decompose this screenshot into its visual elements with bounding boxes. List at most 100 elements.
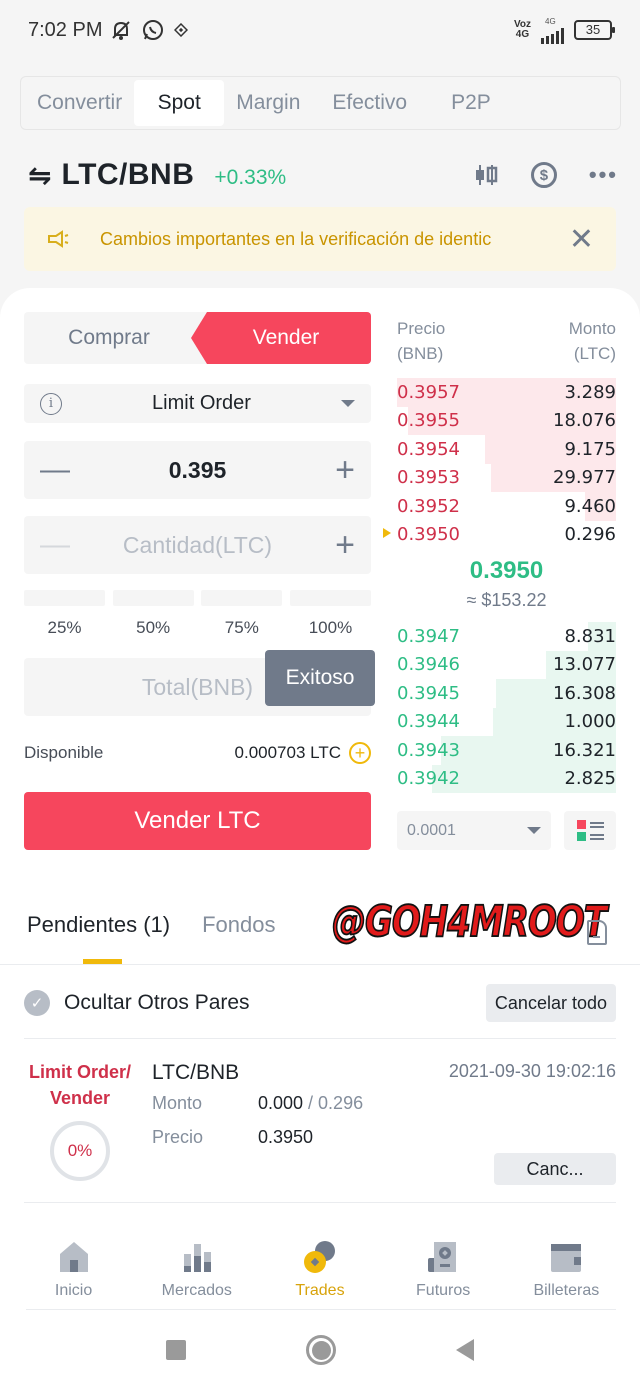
tab-pending[interactable]: Pendientes (1) <box>27 912 170 964</box>
binance-icon <box>174 23 189 37</box>
amount: 16.308 <box>553 682 616 704</box>
chevron-down-icon <box>341 400 355 407</box>
percent-selector: 25% 50% 75% 100% <box>24 590 371 638</box>
buy-sell-switch: Comprar Vender <box>24 312 371 364</box>
pair-name[interactable]: LTC/BNB <box>61 158 194 192</box>
price-decrement-button[interactable]: — <box>40 453 70 487</box>
last-price-usd: ≈ $153.22 <box>466 590 547 610</box>
pair-change: +0.33% <box>214 166 287 189</box>
ask-row[interactable]: 0.3953 29.977 <box>397 463 616 492</box>
divider <box>24 1038 616 1039</box>
order-type-select[interactable]: i Limit Order <box>24 384 371 423</box>
amount-decrement-button[interactable]: — <box>40 528 70 562</box>
order-type-label: Limit Order <box>152 392 251 414</box>
amount-stepper: — Cantidad(LTC) + <box>24 516 371 574</box>
amount: 13.077 <box>553 654 616 676</box>
add-funds-icon[interactable]: + <box>349 742 371 764</box>
percent-100[interactable]: 100% <box>289 590 371 638</box>
announcement-banner[interactable]: Cambios importantes en la verificación d… <box>24 207 616 271</box>
order-type-side: Limit Order/Vender <box>28 1062 131 1108</box>
nav-inicio[interactable]: Inicio <box>19 1240 129 1310</box>
ask-row[interactable]: 0.3957 3.289 <box>397 378 616 407</box>
whatsapp-icon <box>143 20 164 40</box>
status-bar: 7:02 PM Voz 4G 4G 35 <box>0 0 640 60</box>
percent-25[interactable]: 25% <box>24 590 105 638</box>
price-input[interactable]: 0.395 <box>70 457 325 484</box>
info-icon[interactable]: i <box>40 392 62 415</box>
divider <box>24 1202 616 1203</box>
price-stepper: — 0.395 + <box>24 441 371 499</box>
price: 0.3954 <box>397 438 460 460</box>
order-book-layout-button[interactable] <box>564 811 616 850</box>
nav-mercados[interactable]: Mercados <box>142 1240 252 1310</box>
order-book-bids: 0.3947 8.831 0.3946 13.077 0.3945 16.308 0.394… <box>397 622 616 793</box>
tab-efectivo[interactable]: Efectivo <box>312 80 427 126</box>
candlestick-chart-icon[interactable] <box>473 162 499 188</box>
price: 0.3946 <box>397 654 460 676</box>
bid-row[interactable]: 0.3942 2.825 <box>397 764 616 793</box>
price: 0.3942 <box>397 768 460 790</box>
price-increment-button[interactable]: + <box>325 451 355 490</box>
ask-row[interactable]: 0.3950 0.296 <box>383 521 616 550</box>
dollar-icon[interactable]: $ <box>530 162 557 188</box>
banner-text: Cambios importantes en la verificación d… <box>100 228 492 249</box>
nav-trades[interactable]: Trades <box>265 1240 375 1310</box>
ask-row[interactable]: 0.3952 9.460 <box>397 492 616 521</box>
amount: 1.000 <box>564 711 616 733</box>
home-button[interactable] <box>306 1335 336 1365</box>
back-button[interactable] <box>456 1339 474 1361</box>
tab-funds[interactable]: Fondos <box>202 912 275 962</box>
last-price: 0.3950 <box>469 557 544 584</box>
hide-other-pairs-label[interactable]: Ocultar Otros Pares <box>64 991 250 1015</box>
recent-apps-button[interactable] <box>166 1340 186 1360</box>
amount: 2.825 <box>564 768 616 790</box>
amount: 0.296 <box>564 524 616 546</box>
order-book-asks: 0.3957 3.289 0.3955 18.076 0.3954 9.175 0.3953… <box>383 378 616 550</box>
order-history-icon[interactable] <box>587 920 607 945</box>
amount-increment-button[interactable]: + <box>325 526 355 565</box>
bid-row[interactable]: 0.3947 8.831 <box>397 622 616 651</box>
bid-row[interactable]: 0.3943 16.321 <box>397 736 616 765</box>
tab-p2p[interactable]: P2P <box>427 80 515 126</box>
check-icon[interactable]: ✓ <box>24 990 50 1016</box>
amount: 3.289 <box>564 381 616 403</box>
price: 0.3957 <box>397 381 460 403</box>
order-book-header: Precio (BNB) Monto (LTC) <box>397 319 616 363</box>
own-order-marker-icon <box>383 527 391 538</box>
ask-row[interactable]: 0.3954 9.175 <box>397 435 616 464</box>
percent-50[interactable]: 50% <box>112 590 194 638</box>
nav-futuros[interactable]: Futuros <box>388 1240 498 1310</box>
tab-spot[interactable]: Spot <box>134 80 225 126</box>
bid-row[interactable]: 0.3946 13.077 <box>397 650 616 679</box>
tab-margin[interactable]: Margin <box>224 80 312 126</box>
amount: 8.831 <box>564 625 616 647</box>
cancel-all-button[interactable]: Cancelar todo <box>485 984 616 1022</box>
precision-select[interactable]: 0.0001 <box>397 811 551 850</box>
amount-input[interactable]: Cantidad(LTC) <box>70 532 325 559</box>
bid-row[interactable]: 0.3944 1.000 <box>397 707 616 736</box>
home-icon <box>59 1242 88 1272</box>
markets-icon <box>183 1244 211 1272</box>
wallet-icon <box>551 1244 582 1272</box>
bid-row[interactable]: 0.3945 16.308 <box>397 679 616 708</box>
nav-billeteras[interactable]: Billeteras <box>511 1240 621 1310</box>
buy-tab[interactable]: Comprar <box>24 312 194 364</box>
percent-75[interactable]: 75% <box>201 590 283 638</box>
sell-tab[interactable]: Vender <box>191 312 371 364</box>
divider <box>0 964 640 965</box>
price: 0.3953 <box>397 467 460 489</box>
ask-row[interactable]: 0.3955 18.076 <box>397 406 616 435</box>
sell-submit-button[interactable]: Vender LTC <box>24 792 371 850</box>
close-icon[interactable]: ✕ <box>569 222 594 257</box>
tab-convertir[interactable]: Convertir <box>25 80 134 126</box>
layout-icon <box>576 820 604 841</box>
order-time: 2021-09-30 19:02:16 <box>448 1061 616 1081</box>
available-value: 0.000703 LTC <box>234 743 341 762</box>
price: 0.3950 <box>397 524 460 546</box>
cancel-order-button[interactable]: Canc... <box>494 1153 616 1185</box>
swap-pair-icon[interactable]: ⇋ <box>28 159 51 192</box>
amount: 16.321 <box>553 739 616 761</box>
available-balance: Disponible 0.000703 LTC + <box>24 742 371 764</box>
more-options-icon[interactable]: ••• <box>589 162 618 188</box>
signal-icon <box>541 26 564 44</box>
